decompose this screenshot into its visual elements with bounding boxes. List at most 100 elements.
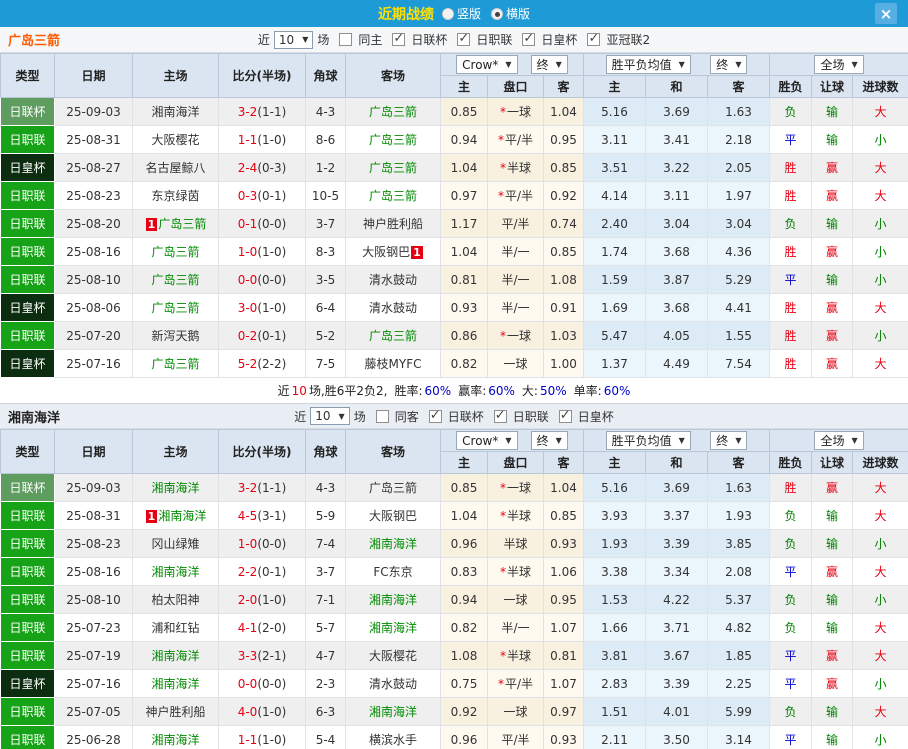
league-checkbox-label-2[interactable]: 日皇杯 [578,408,614,425]
handicap-home-odds: 0.86 [440,321,488,350]
full-time-score: 3-0 [237,300,258,315]
handicap-away-odds: 1.04 [543,473,584,502]
league-checkbox-label-1[interactable]: 日职联 [513,408,549,425]
home-team-name: 广岛三箭 [151,301,200,315]
result-over-under: 小 [852,125,908,154]
star-icon: * [499,481,506,495]
score-cell: 3-2(1-1) [218,473,306,502]
home-team-name: 新泻天鹅 [151,329,200,343]
league-checkbox-label-3[interactable]: 亚冠联2 [606,31,650,48]
handicap-line-value: 半球 [506,649,531,663]
away-team-name: 湘南海洋 [368,621,417,635]
handicap-away-odds: 0.85 [543,237,584,266]
col-header-0: 类型 [0,429,55,474]
handicap-line: *一球 [487,473,544,502]
star-icon: * [499,329,506,343]
league-checkbox-0[interactable] [392,31,406,46]
full-time-score: 2-0 [237,592,258,607]
home-team-cell: 大阪樱花 [132,125,219,154]
full-time-score: 0-0 [237,272,258,287]
corner-count: 5-2 [305,321,346,350]
home-team-name: 浦和红钻 [151,621,200,635]
handicap-line-value: 半球 [503,537,528,551]
league-checkbox-0[interactable] [428,408,442,423]
league-checkbox-label-0[interactable]: 日联杯 [448,408,484,425]
corner-count: 6-4 [305,293,346,322]
corner-count: 6-3 [305,697,346,726]
league-checkbox-2[interactable] [522,31,536,46]
full-time-score: 0-0 [237,676,258,691]
same-venue-checkbox[interactable] [375,409,389,423]
final-odds-select-2[interactable]: 终 ▼ [710,55,748,74]
avg-odds-select[interactable]: 胜平负均值 ▼ [605,431,691,450]
score-cell: 1-0(0-0) [218,529,306,558]
score-cell: 3-2(1-1) [218,97,306,126]
scope-select[interactable]: 全场 ▼ [814,431,864,450]
avg-home-odds: 2.11 [583,725,646,749]
handicap-home-odds: 0.97 [440,181,488,210]
avg-home-odds: 3.11 [583,125,646,154]
result-wdl: 胜 [769,237,813,266]
avg-draw-odds: 3.68 [645,293,708,322]
result-wdl: 胜 [769,153,813,182]
bookmaker-select[interactable]: Crow* ▼ [456,55,518,74]
avg-draw-odds: 3.39 [645,669,708,698]
summary-stat-value-0: 60% [424,383,452,398]
final-odds-select-1[interactable]: 终 ▼ [530,431,568,450]
home-team-name: 湘南海洋 [151,565,200,579]
recent-count-select[interactable]: 10 ▼ [273,30,314,49]
same-venue-label[interactable]: 同主 [358,31,382,48]
radio-horizontal-layout[interactable]: 横版 [491,5,530,22]
handicap-away-odds: 0.85 [543,501,584,530]
final-odds-select-2[interactable]: 终 ▼ [710,431,748,450]
avg-away-odds: 3.04 [706,209,771,238]
league-checkbox-label-0[interactable]: 日联杯 [411,31,447,48]
league-checkbox-3[interactable] [587,31,601,46]
half-time-score: (2-1) [257,648,287,663]
home-team-cell: 冈山绿雉 [132,529,219,558]
radio-vertical-layout[interactable]: 竖版 [441,5,481,22]
close-icon[interactable]: × [875,3,897,24]
result-handicap: 赢 [811,181,854,210]
final-odds-select-2-value: 终 [716,434,729,448]
table-row: 日联杯 25-09-03 湘南海洋 3-2(1-1) 4-3 广岛三箭 0.85 *一球 1.0… [0,97,908,126]
home-team-name: 广岛三箭 [158,217,207,231]
bookmaker-group-header: Crow* ▼ 终 ▼ [440,429,584,452]
same-venue-label[interactable]: 同客 [395,408,419,425]
corner-count: 2-3 [305,669,346,698]
filter-controls-shonan: 近 10 ▼ 场 同客 日联杯 日职联 日皇杯 [294,407,614,425]
half-time-score: (1-0) [257,300,287,315]
result-over-under: 小 [852,237,908,266]
home-team-name: 冈山绿雉 [151,537,200,551]
recent-count-select[interactable]: 10 ▼ [310,407,350,425]
league-checkbox-label-2[interactable]: 日皇杯 [541,31,577,48]
avg-away-odds: 2.08 [706,557,771,586]
avg-away-odds: 5.99 [706,697,771,726]
full-time-score: 1-0 [237,244,258,259]
result-over-under: 大 [852,293,908,322]
full-time-score: 4-1 [237,620,258,635]
avg-odds-select[interactable]: 胜平负均值 ▼ [605,55,691,74]
bookmaker-select[interactable]: Crow* ▼ [456,431,518,450]
scope-select[interactable]: 全场 ▼ [814,55,864,74]
avg-away-odds: 1.55 [706,321,771,350]
score-cell: 0-2(0-1) [218,321,306,350]
radio-horizontal-icon[interactable] [491,7,503,20]
away-team-name: 藤枝MYFC [364,357,422,371]
league-checkbox-2[interactable] [558,408,572,423]
league-checkbox-1[interactable] [493,408,507,423]
scope-select-value: 全场 [820,58,845,72]
half-time-score: (0-0) [257,272,287,287]
league-checkbox-1[interactable] [457,31,471,46]
corner-count: 7-1 [305,585,346,614]
same-venue-checkbox[interactable] [339,33,353,46]
handicap-home-odds: 0.96 [440,725,488,749]
radio-vertical-icon[interactable] [441,7,454,20]
league-badge: 日职联 [0,501,55,530]
half-time-score: (0-0) [257,676,287,691]
recent-count-value: 10 [278,32,295,47]
handicap-home-odds: 1.04 [440,237,488,266]
league-checkbox-label-1[interactable]: 日职联 [476,31,512,48]
away-team-cell: 神户胜利船 [345,209,441,238]
final-odds-select-1[interactable]: 终 ▼ [530,55,568,74]
